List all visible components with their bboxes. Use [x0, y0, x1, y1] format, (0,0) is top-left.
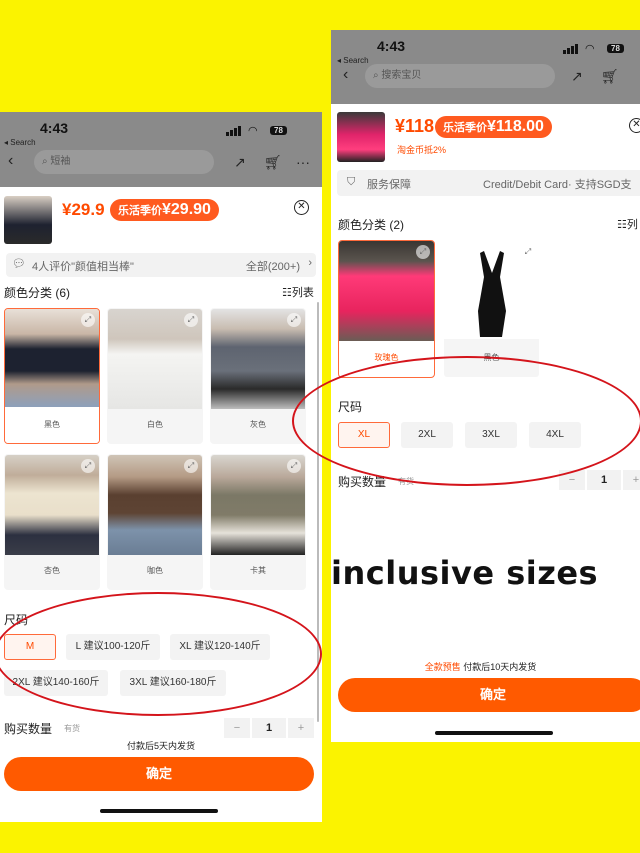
review-summary-row[interactable]: 💬︎ 4人评价"颜值相当棒" 全部(200+) ›	[6, 253, 316, 277]
caption-text: inclusive sizes	[331, 554, 599, 592]
promo-price: ¥29.90	[162, 201, 211, 218]
color-option-card[interactable]: ⤢ 杏色	[4, 454, 100, 590]
back-to-search[interactable]: ◂ Search	[4, 138, 36, 147]
coin-discount-note: 淘金币抵2%	[397, 145, 447, 155]
zoom-icon[interactable]: ⤢	[81, 459, 95, 473]
quantity-value[interactable]: 1	[587, 470, 621, 490]
color-option-card[interactable]: ⤢ 白色	[107, 308, 203, 444]
home-indicator	[100, 809, 218, 813]
more-icon[interactable]: ···	[296, 154, 310, 170]
close-icon[interactable]: ✕	[629, 118, 640, 133]
signal-icon	[563, 44, 578, 54]
status-bar: 4:43 ◂ Search ◠ 78 ‹ ⌕ 短袖 ↗ 🛒︎ ···	[0, 112, 322, 187]
product-thumbnail[interactable]	[4, 196, 52, 244]
shipping-note: 全款预售 付款后10天内发货	[331, 660, 640, 673]
color-option-label: 杏色	[44, 566, 60, 575]
promo-label: 乐活季价	[443, 122, 487, 134]
quantity-minus-button[interactable]: −	[224, 718, 250, 738]
list-view-icon: ☷	[282, 287, 292, 299]
status-time: 4:43	[40, 120, 69, 136]
shipping-time: 付款后10天内发货	[463, 662, 537, 672]
list-view-icon: ☷	[617, 219, 627, 231]
zoom-icon[interactable]: ⤢	[416, 245, 430, 259]
product-thumbnail[interactable]	[337, 112, 385, 162]
cart-icon[interactable]: 🛒︎	[264, 154, 282, 171]
wifi-icon: ◠	[248, 125, 258, 137]
size-highlight-circle	[292, 356, 640, 486]
chevron-right-icon: ›	[308, 257, 312, 269]
status-bar: 4:43 ◂ Search ◠ 78 ‹ ⌕ 搜索宝贝 ↗ 🛒︎	[331, 30, 640, 104]
shield-icon: ⛉	[347, 176, 356, 188]
wifi-icon: ◠	[585, 43, 595, 55]
quantity-plus-button[interactable]: +	[623, 470, 640, 490]
shipping-note: 付款后5天内发货	[126, 741, 195, 751]
color-section-title: 颜色分类 (2)	[338, 218, 405, 232]
promo-label: 乐活季价	[118, 205, 162, 217]
chevron-left-icon[interactable]: ‹	[343, 66, 348, 84]
search-placeholder: 搜索宝贝	[381, 70, 422, 81]
color-option-card[interactable]: ⤢ 卡其	[210, 454, 306, 590]
cart-icon[interactable]: 🛒︎	[601, 68, 619, 85]
confirm-button[interactable]: 确定	[338, 678, 640, 712]
color-option-label: 卡其	[250, 566, 266, 575]
size-highlight-circle	[0, 592, 322, 716]
back-label: Search	[10, 138, 36, 147]
stock-status: 有货	[64, 724, 80, 733]
confirm-button[interactable]: 确定	[4, 757, 314, 791]
chat-icon: 💬︎	[12, 258, 26, 270]
zoom-icon[interactable]: ⤢	[521, 245, 535, 259]
list-view-label: 列	[626, 219, 638, 231]
nav-row: ‹ ⌕ 短袖 ↗ 🛒︎ ···	[0, 150, 322, 180]
list-view-toggle[interactable]: ☷列表	[282, 284, 314, 300]
search-placeholder: 短袖	[50, 156, 71, 167]
product-price: ¥29.9	[62, 200, 105, 219]
search-input[interactable]: ⌕ 搜索宝贝	[365, 64, 555, 88]
search-input[interactable]: ⌕ 短袖	[34, 150, 214, 174]
signal-icon	[226, 126, 241, 136]
zoom-icon[interactable]: ⤢	[184, 459, 198, 473]
list-view-toggle[interactable]: ☷列	[617, 216, 638, 232]
quantity-label: 购买数量	[4, 722, 53, 736]
chevron-left-icon[interactable]: ‹	[8, 152, 13, 170]
color-option-label: 黑色	[5, 407, 99, 443]
status-time: 4:43	[377, 38, 406, 54]
quantity-plus-button[interactable]: +	[288, 718, 314, 738]
battery-icon: 78	[607, 44, 624, 53]
quantity-value[interactable]: 1	[252, 718, 286, 738]
share-icon[interactable]: ↗	[571, 68, 583, 85]
home-indicator	[435, 731, 553, 735]
close-icon[interactable]: ✕	[294, 200, 309, 215]
promo-badge: 乐活季价¥118.00	[435, 116, 552, 138]
zoom-icon[interactable]: ⤢	[81, 313, 95, 327]
color-option-card[interactable]: ⤢ 咖色	[107, 454, 203, 590]
list-view-label: 列表	[291, 287, 314, 299]
nav-row: ‹ ⌕ 搜索宝贝 ↗ 🛒︎	[331, 64, 640, 94]
service-label: 服务保障	[367, 179, 411, 191]
share-icon[interactable]: ↗	[234, 154, 246, 171]
product-price: ¥118	[395, 116, 435, 136]
color-option-label: 灰色	[250, 420, 266, 429]
zoom-icon[interactable]: ⤢	[287, 459, 301, 473]
color-option-label: 咖色	[147, 566, 163, 575]
zoom-icon[interactable]: ⤢	[184, 313, 198, 327]
zoom-icon[interactable]: ⤢	[287, 313, 301, 327]
presale-label: 全款预售	[424, 662, 461, 672]
quantity-stepper[interactable]: − 1 +	[224, 718, 314, 738]
promo-price: ¥118.00	[487, 118, 544, 135]
service-value: Credit/Debit Card· 支持SGD支	[483, 179, 632, 191]
review-all-link[interactable]: 全部(200+)	[246, 258, 300, 274]
battery-icon: 78	[270, 126, 287, 135]
service-guarantee-row[interactable]: ⛉ 服务保障 Credit/Debit Card· 支持SGD支	[337, 170, 640, 196]
review-text: 4人评价"颜值相当棒"	[32, 261, 134, 273]
color-option-card[interactable]: ⤢ 黑色	[4, 308, 100, 444]
promo-badge: 乐活季价¥29.90	[110, 199, 219, 221]
color-section-title: 颜色分类 (6)	[4, 286, 71, 300]
color-option-label: 白色	[147, 420, 163, 429]
